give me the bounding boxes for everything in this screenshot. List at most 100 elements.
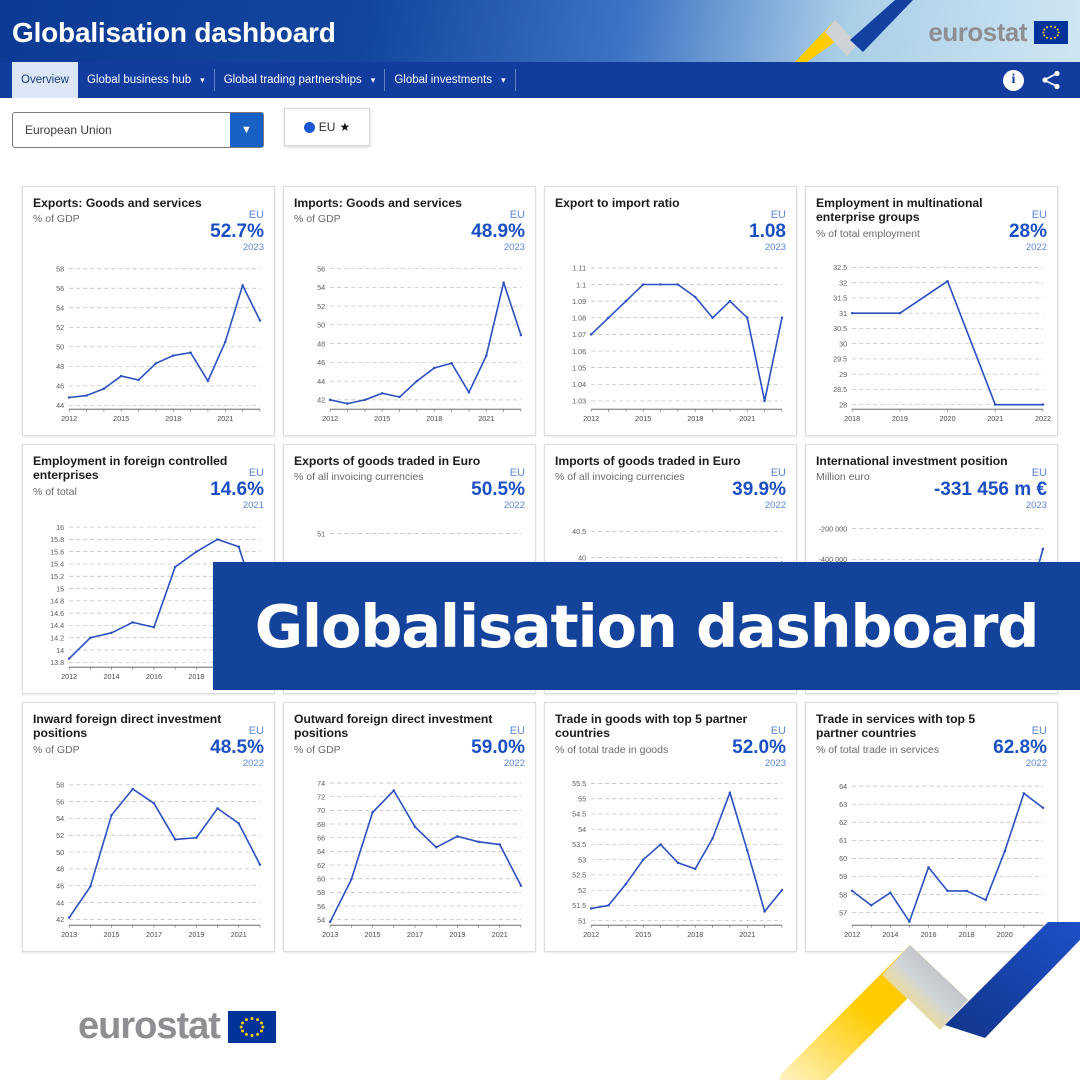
svg-text:58: 58 xyxy=(56,782,64,790)
svg-text:29: 29 xyxy=(839,371,847,379)
kpi-year: 2022 xyxy=(503,499,525,511)
page-footer: eurostat xyxy=(0,922,1080,1085)
svg-text:15.8: 15.8 xyxy=(50,536,64,544)
kpi-geo: EU xyxy=(509,209,525,221)
country-selector[interactable]: European Union ▼ xyxy=(12,112,264,148)
svg-text:50: 50 xyxy=(56,849,64,857)
svg-text:31: 31 xyxy=(839,310,847,318)
line-chart: 1.03 1.04 1.05 1.06 1.07 1.08 1.09 1.1 1.11 2012 2… xyxy=(551,255,790,429)
card-kpi: EU 28% 2022 xyxy=(1009,209,1047,253)
svg-text:54.5: 54.5 xyxy=(572,811,586,819)
line-chart: 28 28.5 29 29.5 30 30.5 31 31.5 32 32.5 2018 2019 20… xyxy=(812,255,1051,429)
svg-text:40.5: 40.5 xyxy=(572,528,586,536)
svg-text:2016: 2016 xyxy=(146,673,162,681)
overlay-banner: Globalisation dashboard xyxy=(213,562,1080,690)
svg-text:42: 42 xyxy=(56,916,64,924)
svg-text:2014: 2014 xyxy=(104,673,120,681)
tab-divider xyxy=(514,69,516,91)
card-outward-fdi-positions[interactable]: Outward foreign direct investment positi… xyxy=(283,702,536,952)
svg-text:16: 16 xyxy=(56,524,64,532)
card-title: Export to import ratio xyxy=(555,196,680,210)
tab-global-business-hub[interactable]: Global business hub ▾ xyxy=(78,62,214,98)
svg-text:32.5: 32.5 xyxy=(833,264,847,272)
app-header: Globalisation dashboard eurostat xyxy=(0,0,1080,62)
tab-overview[interactable]: Overview xyxy=(12,62,78,98)
kpi-value: 28% xyxy=(1008,221,1047,243)
page-title: Globalisation dashboard xyxy=(12,17,336,48)
svg-text:54: 54 xyxy=(56,815,64,823)
card-kpi: EU 48.5% 2022 xyxy=(210,725,264,769)
chevron-down-icon[interactable]: ▼ xyxy=(230,113,263,147)
series-chip-label: EU xyxy=(318,120,336,134)
svg-text:2021: 2021 xyxy=(231,931,247,939)
svg-text:55: 55 xyxy=(578,796,586,804)
kpi-geo: EU xyxy=(1031,725,1047,737)
card-kpi: EU 59.0% 2022 xyxy=(471,725,525,769)
svg-text:2019: 2019 xyxy=(188,931,204,939)
line-chart: 42 44 46 48 50 52 54 56 2012 2015 2018 2021 xyxy=(290,255,529,429)
svg-text:15.2: 15.2 xyxy=(50,573,64,581)
kpi-value: 52.0% xyxy=(732,737,786,759)
svg-text:1.06: 1.06 xyxy=(572,348,586,356)
svg-text:54: 54 xyxy=(317,284,325,292)
svg-text:2015: 2015 xyxy=(635,931,651,939)
line-chart: 57 58 59 60 61 62 63 64 2012 2014 2016 2018 2020 xyxy=(812,771,1051,945)
svg-text:55.5: 55.5 xyxy=(572,780,586,788)
kpi-value: 62.8% xyxy=(993,737,1047,759)
kpi-value: 52.7% xyxy=(210,221,264,243)
kpi-year: 2023 xyxy=(1025,499,1047,511)
card-imports-goods-services[interactable]: Imports: Goods and services % of GDP EU … xyxy=(283,186,536,436)
country-selector-value[interactable]: European Union xyxy=(13,113,230,147)
svg-text:14: 14 xyxy=(56,647,64,655)
svg-text:57: 57 xyxy=(839,909,847,917)
kpi-value: 48.5% xyxy=(210,737,264,759)
svg-text:28.5: 28.5 xyxy=(833,386,847,394)
svg-text:44: 44 xyxy=(317,378,325,386)
kpi-value: -331 456 m € xyxy=(933,479,1047,501)
card-kpi: EU 50.5% 2022 xyxy=(471,467,525,511)
svg-text:54: 54 xyxy=(317,917,325,925)
decorative-chevron-top xyxy=(795,0,915,62)
svg-text:2018: 2018 xyxy=(687,931,703,939)
line-chart: 51 51.5 52 52.5 53 53.5 54 54.5 55 55.5 2012 2015 20… xyxy=(551,771,790,945)
kpi-value: 14.6% xyxy=(210,479,264,501)
card-employment-multinational-groups[interactable]: Employment in multinational enterprise g… xyxy=(805,186,1058,436)
svg-text:2013: 2013 xyxy=(322,931,338,939)
svg-text:15.4: 15.4 xyxy=(50,561,64,569)
kpi-value: 59.0% xyxy=(471,737,525,759)
eu-flag-icon xyxy=(227,1010,276,1043)
card-title: Trade in goods with top 5 partner countr… xyxy=(555,712,748,741)
kpi-year: 2023 xyxy=(764,757,786,769)
card-trade-goods-top5[interactable]: Trade in goods with top 5 partner countr… xyxy=(544,702,797,952)
footer-eurostat-logo: eurostat xyxy=(78,1005,276,1048)
svg-text:46: 46 xyxy=(56,383,64,391)
series-chip-eu[interactable]: EU ★ xyxy=(284,108,370,146)
svg-text:15: 15 xyxy=(56,585,64,593)
svg-text:52: 52 xyxy=(578,887,586,895)
svg-text:2018: 2018 xyxy=(188,673,204,681)
svg-text:14.8: 14.8 xyxy=(50,598,64,606)
share-icon[interactable] xyxy=(1040,69,1062,91)
line-chart: 44 46 48 50 52 54 56 58 2012 2015 2018 2021 xyxy=(29,255,268,429)
kpi-value: 48.9% xyxy=(471,221,525,243)
kpi-year: 2023 xyxy=(503,241,525,253)
card-kpi: EU 48.9% 2023 xyxy=(471,209,525,253)
card-title: Outward foreign direct investment positi… xyxy=(294,712,493,741)
card-row-1: Exports: Goods and services % of GDP EU … xyxy=(0,186,1080,444)
svg-text:2017: 2017 xyxy=(146,931,162,939)
svg-text:51: 51 xyxy=(317,530,325,538)
svg-text:70: 70 xyxy=(317,807,325,815)
card-exports-goods-services[interactable]: Exports: Goods and services % of GDP EU … xyxy=(22,186,275,436)
card-inward-fdi-positions[interactable]: Inward foreign direct investment positio… xyxy=(22,702,275,952)
tab-global-trading-partnerships[interactable]: Global trading partnerships ▾ xyxy=(215,62,385,98)
tab-global-investments[interactable]: Global investments ▾ xyxy=(385,62,514,98)
kpi-year: 2022 xyxy=(1025,241,1047,253)
svg-text:56: 56 xyxy=(56,285,64,293)
card-title: Exports of goods traded in Euro xyxy=(294,454,481,468)
svg-text:44: 44 xyxy=(56,402,64,410)
svg-text:52: 52 xyxy=(56,324,64,332)
card-trade-services-top5[interactable]: Trade in services with top 5 partner cou… xyxy=(805,702,1058,952)
card-export-import-ratio[interactable]: Export to import ratio EU 1.08 2023 1.03… xyxy=(544,186,797,436)
star-icon[interactable]: ★ xyxy=(339,120,350,134)
info-icon[interactable]: i xyxy=(1003,69,1024,91)
